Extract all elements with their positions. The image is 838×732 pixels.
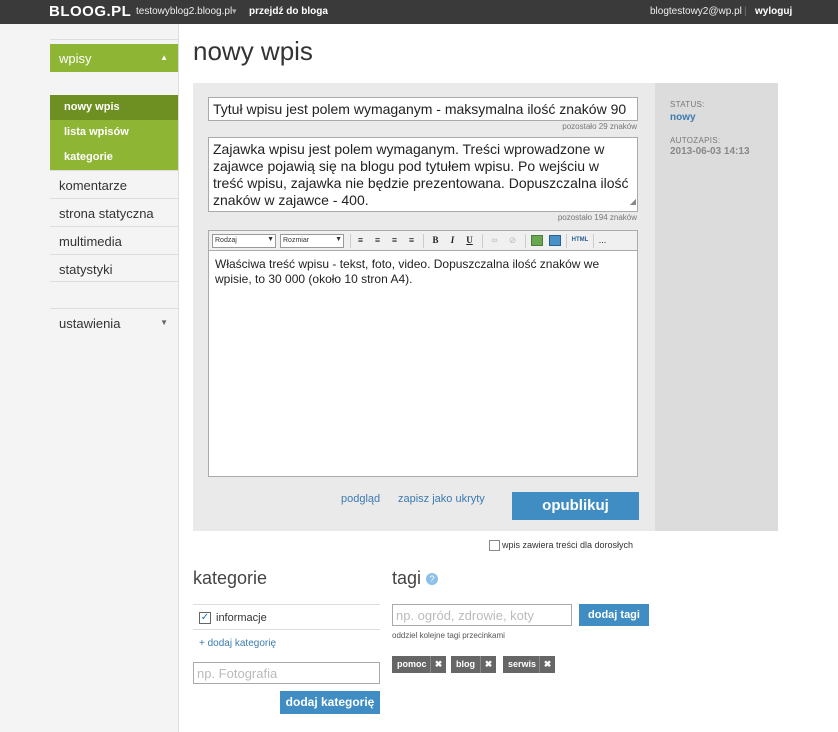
logout-link[interactable]: wyloguj [755,6,792,17]
post-content-editor[interactable]: Właściwa treść wpisu - tekst, foto, vide… [208,251,638,477]
tags-heading: tagi [392,568,422,588]
adult-content-option[interactable]: wpis zawiera treści dla dorosłych [489,540,634,552]
tag-label: blog [456,659,475,669]
sidebar-sub-categories[interactable]: kategorie [50,145,178,170]
topbar-separator: | [744,6,747,17]
post-lead-text: Zajawka wpisu jest polem wymaganym. Treś… [213,141,629,208]
toolbar-divider [525,234,526,248]
toolbar-divider [350,234,351,248]
add-tags-button[interactable]: dodaj tagi [579,604,649,626]
editor-toolbar: Rodzaj ▼ Rozmiar ▼ ≡ ≡ ≡ ≡ B I U ∞ ⊘ HTM… [208,230,638,251]
page-title: nowy wpis [193,36,313,66]
align-center-icon[interactable]: ≡ [371,234,384,247]
align-justify-icon[interactable]: ≡ [405,234,418,247]
toolbar-divider [482,234,483,248]
sidebar-item-label: multimedia [59,234,122,249]
more-button[interactable]: ... [596,234,609,247]
sidebar-item-wpisy[interactable]: wpisy ▲ [50,44,178,72]
sidebar-item-label: ustawienia [59,316,121,331]
save-hidden-link[interactable]: zapisz jako ukryty [398,493,485,505]
image-icon[interactable] [531,235,543,246]
chevron-up-icon: ▲ [160,53,168,62]
categories-heading: kategorie [193,568,268,588]
sidebar-item-comments[interactable]: komentarze [50,170,178,198]
sidebar-sub-post-list[interactable]: lista wpisów [50,120,178,145]
publish-button[interactable]: opublikuj [512,492,639,520]
font-family-select[interactable]: Rodzaj ▼ [212,234,276,248]
post-content-text: Właściwa treść wpisu - tekst, foto, vide… [215,257,600,286]
status-label: STATUS: [670,100,705,109]
sidebar-item-label: wpisy [59,51,92,66]
sidebar-sub-label: kategorie [64,151,113,163]
resize-handle-icon[interactable]: ◢ [630,193,636,210]
tag-chip: pomoc ✖ [392,656,446,673]
html-button[interactable]: HTML [569,234,591,247]
logo[interactable]: BLOOG.PL [49,3,131,20]
sidebar-sub-label: lista wpisów [64,126,129,138]
blog-name-link[interactable]: testowyblog2.bloog.pl [136,6,232,17]
lead-char-counter: pozostało 194 znaków [557,213,637,222]
dropdown-arrow-icon: ▼ [267,236,274,243]
category-checkbox[interactable]: ✓ [199,612,211,624]
new-category-input[interactable]: np. Fotografia [193,662,380,684]
tag-chip: blog ✖ [451,656,496,673]
remove-tag-icon[interactable]: ✖ [480,656,496,673]
help-icon[interactable]: ? [426,573,438,585]
remove-tag-icon[interactable]: ✖ [539,656,555,673]
video-icon[interactable] [549,235,561,246]
post-lead-textarea[interactable]: Zajawka wpisu jest polem wymaganym. Treś… [208,137,638,212]
font-size-select[interactable]: Rozmiar ▼ [280,234,344,248]
toolbar-divider [566,234,567,248]
adult-content-label: wpis zawiera treści dla dorosłych [502,540,634,550]
chevron-down-icon: ▼ [160,318,168,327]
align-right-icon[interactable]: ≡ [388,234,401,247]
user-email[interactable]: blogtestowy2@wp.pl [650,6,742,17]
preview-link[interactable]: podgląd [341,493,380,505]
underline-button[interactable]: U [463,234,476,247]
sidebar-item-stats[interactable]: statystyki [50,254,178,282]
sidebar-item-label: statystyki [59,262,113,277]
sidebar-sub-label: nowy wpis [64,101,120,113]
add-category-button[interactable]: dodaj kategorię [280,691,380,714]
tags-hint: oddziel kolejne tagi przecinkami [392,631,505,640]
tag-chip: serwis ✖ [503,656,555,673]
adult-content-checkbox[interactable] [489,540,500,552]
autosave-value: 2013-06-03 14:13 [670,146,750,157]
autosave-label: AUTOZAPIS: [670,136,721,145]
link-icon[interactable]: ∞ [488,234,501,247]
bold-button[interactable]: B [429,234,442,247]
unlink-icon[interactable]: ⊘ [506,234,519,247]
toolbar-divider [423,234,424,248]
tag-label: serwis [508,659,537,669]
status-value: nowy [670,112,696,123]
sidebar-sub-new-post[interactable]: nowy wpis [50,95,178,120]
tag-label: pomoc [397,659,427,669]
italic-button[interactable]: I [446,234,459,247]
go-to-blog-link[interactable]: przejdź do bloga [249,6,328,17]
blog-switch-chevron-icon[interactable]: ▾ [232,6,237,17]
sidebar-item-label: komentarze [59,178,127,193]
sidebar-item-static-page[interactable]: strona statyczna [50,198,178,226]
category-item[interactable]: ✓ informacje [193,604,380,630]
add-category-link[interactable]: + dodaj kategorię [199,638,276,649]
font-size-value: Rozmiar [283,237,310,244]
top-bar: BLOOG.PL testowyblog2.bloog.pl ▾ przejdź… [0,0,838,24]
font-family-value: Rodzaj [215,237,237,244]
category-label: informacje [216,612,267,624]
title-char-counter: pozostało 29 znaków [562,122,637,131]
remove-tag-icon[interactable]: ✖ [430,656,446,673]
sidebar-item-settings[interactable]: ustawienia ▼ [50,308,178,336]
toolbar-divider [593,234,594,248]
align-left-icon[interactable]: ≡ [354,234,367,247]
status-panel: STATUS: nowy AUTOZAPIS: 2013-06-03 14:13 [655,83,778,531]
dropdown-arrow-icon: ▼ [335,236,342,243]
post-title-input[interactable]: Tytuł wpisu jest polem wymaganym - maksy… [208,97,638,121]
tags-input[interactable]: np. ogród, zdrowie, koty [392,604,572,626]
sidebar-item-label: strona statyczna [59,206,154,221]
sidebar-item-multimedia[interactable]: multimedia [50,226,178,254]
